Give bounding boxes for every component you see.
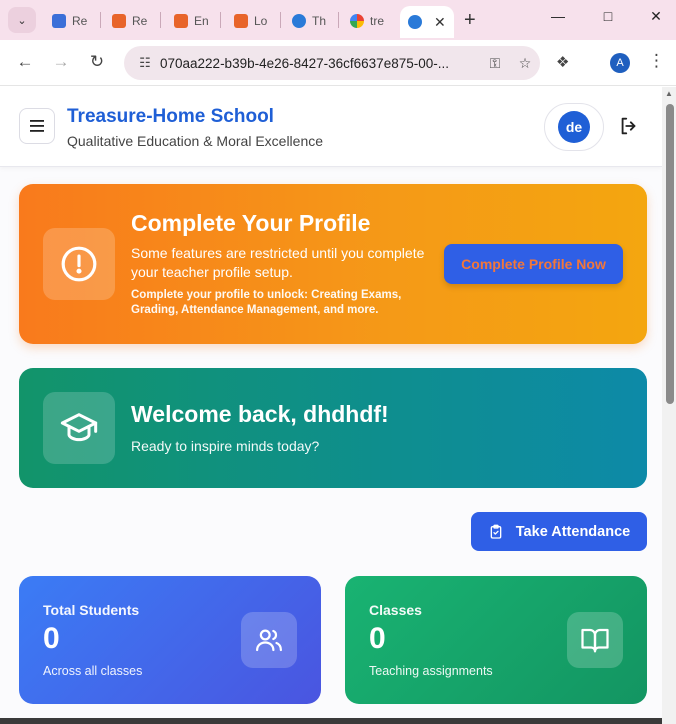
flow-icon — [174, 14, 188, 28]
tab-label: En — [194, 14, 209, 28]
google-icon — [350, 14, 364, 28]
profile-banner-description: Some features are restricted until you c… — [131, 245, 425, 280]
page-viewport: Treasure-Home School Qualitative Educati… — [0, 87, 662, 724]
tab-label: Th — [312, 14, 327, 28]
close-icon[interactable]: ✕ — [434, 14, 446, 31]
browser-tab-5[interactable]: Th — [292, 8, 326, 34]
back-button[interactable]: ← — [14, 52, 36, 72]
browser-tab-3[interactable]: En — [174, 8, 209, 34]
stat-value: 0 — [369, 622, 386, 655]
scrollbar-thumb[interactable] — [666, 104, 674, 404]
welcome-banner: Welcome back, dhdhdf! Ready to inspire m… — [19, 368, 647, 488]
stat-value: 0 — [43, 622, 60, 655]
browser-profile-avatar[interactable]: A — [610, 53, 630, 73]
profile-banner-title: Complete Your Profile — [131, 210, 371, 236]
stat-card-classes: Classes 0 Teaching assignments — [345, 576, 647, 704]
clipboard-check-icon — [490, 524, 502, 539]
minimize-button[interactable]: — — [548, 8, 568, 24]
bookmark-star-icon[interactable]: ☆ — [510, 55, 540, 72]
window-bottom-edge — [0, 718, 662, 724]
extensions-icon[interactable]: ❖ — [556, 53, 569, 71]
site-settings-icon[interactable]: ☷ — [130, 55, 160, 71]
password-key-icon[interactable]: ⚿ — [480, 55, 510, 72]
browser-tab-6[interactable]: tre — [350, 8, 384, 34]
menu-icon — [30, 120, 44, 132]
graduation-cap-icon — [60, 413, 98, 442]
welcome-subtitle: Ready to inspire minds today? — [131, 438, 320, 454]
book-icon — [581, 628, 609, 653]
stat-subtext: Teaching assignments — [369, 664, 493, 678]
users-icon-box — [241, 612, 297, 668]
tab-label: tre — [370, 14, 385, 28]
hamburger-menu-button[interactable] — [19, 108, 55, 144]
browser-tab-4[interactable]: Lo — [234, 8, 267, 34]
school-tagline: Qualitative Education & Moral Excellence — [67, 133, 324, 149]
flow-icon — [234, 14, 248, 28]
browser-toolbar: ← → ↻ ☷ 070aa222-b39b-4e26-8427-36cf6637… — [0, 40, 676, 86]
stat-card-students: Total Students 0 Across all classes — [19, 576, 321, 704]
forward-button[interactable]: → — [50, 52, 72, 72]
globe-icon — [292, 14, 306, 28]
browser-tab-active[interactable]: ✕ — [400, 6, 454, 38]
reload-button[interactable]: ↻ — [86, 52, 108, 72]
take-attendance-button[interactable]: Take Attendance — [471, 512, 647, 551]
window-close-button[interactable]: ✕ — [646, 8, 666, 25]
tab-label: Re — [72, 14, 88, 28]
book-icon-box — [567, 612, 623, 668]
tab-label: Re — [132, 14, 148, 28]
complete-profile-button[interactable]: Complete Profile Now — [444, 244, 623, 284]
stat-label: Classes — [369, 602, 422, 618]
alert-icon-box — [43, 228, 115, 300]
url-text[interactable]: 070aa222-b39b-4e26-8427-36cf6637e875-00-… — [160, 56, 480, 71]
take-attendance-label: Take Attendance — [515, 523, 631, 540]
flow-icon — [112, 14, 126, 28]
app-header: Treasure-Home School Qualitative Educati… — [0, 87, 662, 167]
browser-tabstrip: ⌄ Re Re En Lo Th tre ✕ + — □ ✕ — [0, 0, 676, 40]
tab-label: Lo — [254, 14, 268, 28]
alert-circle-icon — [61, 246, 97, 282]
globe-icon — [408, 15, 422, 29]
scroll-up-arrow-icon[interactable]: ▲ — [665, 89, 673, 98]
graduation-icon-box — [43, 392, 115, 464]
tab-search-button[interactable]: ⌄ — [8, 7, 36, 33]
user-menu-button[interactable]: de — [544, 103, 604, 151]
complete-profile-banner: Complete Your Profile Some features are … — [19, 184, 647, 344]
address-bar[interactable]: ☷ 070aa222-b39b-4e26-8427-36cf6637e875-0… — [124, 46, 540, 80]
doc-icon — [52, 14, 66, 28]
school-name: Treasure-Home School — [67, 106, 274, 127]
profile-banner-note: Complete your profile to unlock: Creatin… — [131, 289, 402, 316]
new-tab-button[interactable]: + — [464, 9, 476, 32]
browser-tab-1[interactable]: Re — [52, 8, 87, 34]
users-icon — [256, 629, 282, 652]
browser-menu-icon[interactable]: ⋮ — [648, 51, 665, 71]
browser-tab-2[interactable]: Re — [112, 8, 147, 34]
stat-label: Total Students — [43, 602, 140, 618]
maximize-button[interactable]: □ — [598, 8, 618, 24]
welcome-title: Welcome back, dhdhdf! — [131, 401, 389, 427]
avatar: de — [558, 111, 590, 143]
logout-icon[interactable] — [618, 115, 640, 137]
stat-subtext: Across all classes — [43, 664, 143, 678]
